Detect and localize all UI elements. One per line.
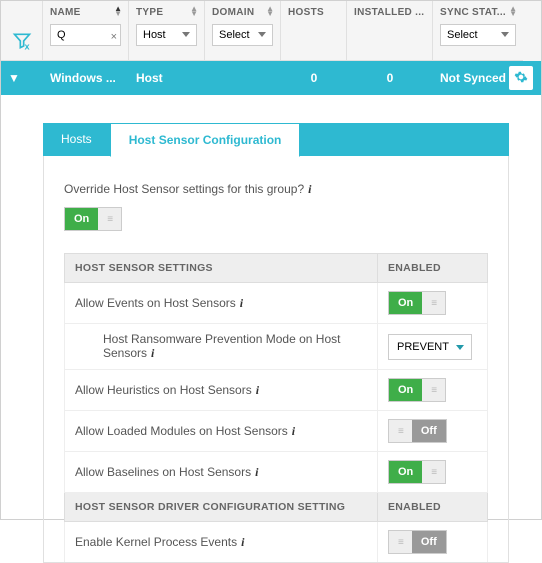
tab-hosts[interactable]: Hosts — [43, 123, 110, 156]
setting-label: Allow Baselines on Host Sensors — [75, 465, 251, 479]
info-icon[interactable]: i — [240, 296, 243, 310]
info-icon[interactable]: i — [256, 383, 259, 397]
type-filter-select[interactable]: Host — [136, 24, 197, 46]
col-sync-label: SYNC STAT... — [440, 7, 516, 18]
col-installed[interactable]: INSTALLED ... — [347, 1, 433, 61]
row-sync: Not Synced — [440, 71, 506, 85]
col-installed-label: INSTALLED ... — [354, 7, 425, 18]
section-title: HOST SENSOR DRIVER CONFIGURATION SETTING — [65, 493, 378, 522]
tab-host-sensor-config[interactable]: Host Sensor Configuration — [110, 123, 301, 157]
detail-panel: Hosts Host Sensor Configuration Override… — [1, 95, 541, 563]
sort-icon[interactable]: ▲▼ — [509, 6, 517, 16]
setting-label: Allow Events on Host Sensors — [75, 296, 236, 310]
setting-label: Allow Loaded Modules on Host Sensors — [75, 424, 288, 438]
modules-toggle[interactable]: ≡Off — [388, 419, 447, 443]
heuristics-toggle[interactable]: On≡ — [388, 378, 446, 402]
gear-icon — [514, 70, 528, 87]
info-icon[interactable]: i — [241, 535, 244, 549]
sort-icon[interactable]: ▲▼ — [114, 6, 122, 16]
row-hosts: 0 — [281, 71, 347, 85]
expand-row-icon[interactable]: ▼ — [1, 71, 43, 85]
section-enabled-header: ENABLED — [378, 493, 488, 522]
info-icon[interactable]: i — [292, 424, 295, 438]
row-type: Host — [129, 71, 205, 85]
tab-bar: Hosts Host Sensor Configuration — [43, 123, 509, 156]
setting-label: Host Ransomware Prevention Mode on Host … — [103, 332, 340, 360]
setting-label: Allow Heuristics on Host Sensors — [75, 383, 252, 397]
filter-funnel-icon[interactable]: x — [12, 31, 32, 54]
col-domain-label: DOMAIN — [212, 7, 273, 18]
kernel-toggle[interactable]: ≡Off — [388, 530, 447, 554]
info-icon[interactable]: i — [151, 346, 154, 360]
setting-sub-row: Host Ransomware Prevention Mode on Host … — [65, 324, 488, 370]
setting-row: Allow Heuristics on Host Sensors i On≡ — [65, 370, 488, 411]
column-header-row: x NAME ▲▼ × TYPE ▲▼ Host DOMAIN ▲▼ Selec… — [1, 1, 541, 61]
filter-reset-cell: x — [1, 1, 43, 61]
svg-text:x: x — [24, 41, 30, 51]
setting-row: Allow Baselines on Host Sensors i On≡ — [65, 452, 488, 493]
domain-filter-select[interactable]: Select — [212, 24, 273, 46]
clear-name-filter-icon[interactable]: × — [111, 31, 117, 43]
sort-icon[interactable]: ▲▼ — [266, 6, 274, 16]
setting-row: Allow Events on Host Sensors i On≡ — [65, 283, 488, 324]
row-settings-button[interactable] — [509, 66, 533, 90]
table-row[interactable]: ▼ Windows ... Host 0 0 Not Synced — [1, 61, 541, 95]
col-domain[interactable]: DOMAIN ▲▼ Select — [205, 1, 281, 61]
ransomware-mode-select[interactable]: PREVENT — [388, 334, 472, 360]
baselines-toggle[interactable]: On≡ — [388, 460, 446, 484]
setting-row: Allow Loaded Modules on Host Sensors i ≡O… — [65, 411, 488, 452]
section-title: HOST SENSOR SETTINGS — [65, 254, 378, 283]
col-type[interactable]: TYPE ▲▼ Host — [129, 1, 205, 61]
row-name: Windows ... — [43, 71, 129, 85]
col-name[interactable]: NAME ▲▼ × — [43, 1, 129, 61]
toggle-off-state: ≡ — [98, 208, 121, 230]
toggle-on-state: On — [65, 208, 98, 230]
col-hosts-label: HOSTS — [288, 7, 339, 18]
col-type-label: TYPE — [136, 7, 197, 18]
col-hosts[interactable]: HOSTS — [281, 1, 347, 61]
section-enabled-header: ENABLED — [378, 254, 488, 283]
setting-label: Enable Kernel Process Events — [75, 535, 237, 549]
section-header-row: HOST SENSOR SETTINGS ENABLED — [65, 254, 488, 283]
sort-icon[interactable]: ▲▼ — [190, 6, 198, 16]
override-label: Override Host Sensor settings for this g… — [64, 182, 488, 197]
col-sync[interactable]: SYNC STAT... ▲▼ Select — [433, 1, 523, 61]
row-installed: 0 — [347, 71, 433, 85]
sync-filter-select[interactable]: Select — [440, 24, 516, 46]
setting-row: Enable Kernel Process Events i ≡Off — [65, 522, 488, 563]
events-toggle[interactable]: On≡ — [388, 291, 446, 315]
info-icon[interactable]: i — [308, 182, 311, 196]
info-icon[interactable]: i — [255, 465, 258, 479]
override-toggle[interactable]: On ≡ — [64, 207, 122, 231]
col-name-label: NAME — [50, 7, 121, 18]
section-header-row: HOST SENSOR DRIVER CONFIGURATION SETTING… — [65, 493, 488, 522]
